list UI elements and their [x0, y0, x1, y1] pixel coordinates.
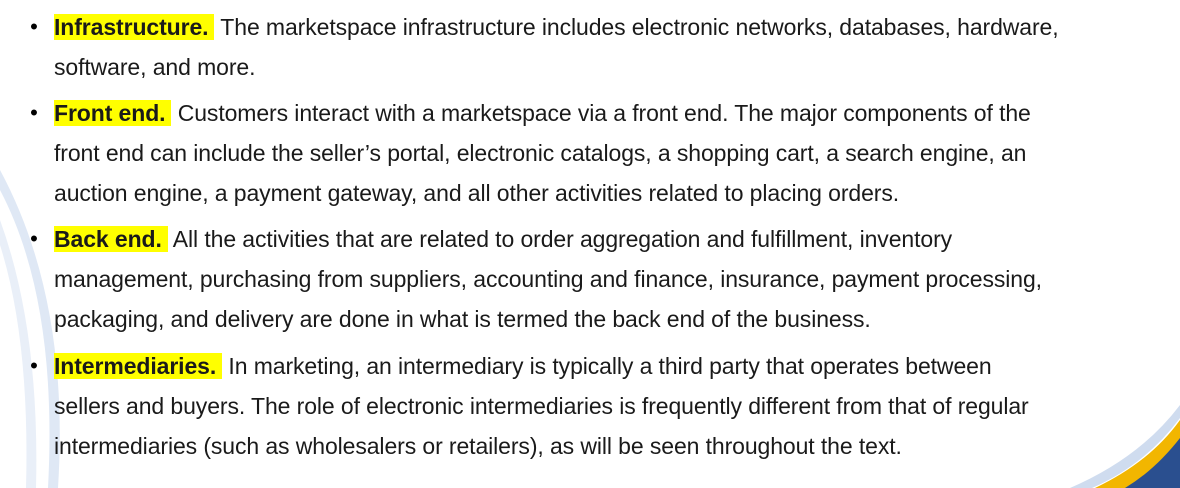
bullet-line: Back end. All the activities that are re…	[54, 219, 1176, 259]
bullet-line-text: All the activities that are related to o…	[167, 226, 953, 252]
bullet-term: Infrastructure.	[54, 14, 215, 40]
bullet-line: Front end. Customers interact with a mar…	[54, 93, 1176, 133]
bullet-line: packaging, and delivery are done in what…	[54, 306, 871, 332]
bullet-line: software, and more.	[54, 54, 256, 80]
bullet-line: intermediaries (such as wholesalers or r…	[54, 433, 902, 459]
bullet-line-text: The marketspace infrastructure includes …	[214, 14, 1059, 40]
bullet-line: management, purchasing from suppliers, a…	[54, 266, 1042, 292]
bullet-line: front end can include the seller’s porta…	[54, 140, 1027, 166]
bullet-line-text: Customers interact with a marketspace vi…	[171, 100, 1031, 126]
bullet-term: Intermediaries.	[54, 353, 223, 379]
bullet-text: Infrastructure. The marketspace infrastr…	[54, 7, 1176, 87]
bullet-icon: •	[30, 100, 38, 125]
bullet-term: Front end.	[54, 100, 172, 126]
bullet-text: Back end. All the activities that are re…	[54, 219, 1176, 339]
bullet-term: Back end.	[54, 226, 168, 252]
bullet-line: Intermediaries. In marketing, an interme…	[54, 346, 1176, 386]
bullet-icon: •	[30, 226, 38, 251]
bullet-line: Infrastructure. The marketspace infrastr…	[54, 7, 1176, 47]
bullet-icon: •	[30, 353, 38, 378]
bullet-line-text: In marketing, an intermediary is typical…	[222, 353, 992, 379]
bullet-line: auction engine, a payment gateway, and a…	[54, 180, 900, 206]
bullet-line: sellers and buyers. The role of electron…	[54, 393, 1029, 419]
bullet-text: Front end. Customers interact with a mar…	[54, 93, 1176, 213]
bullet-icon: •	[30, 14, 38, 39]
bullet-text: Intermediaries. In marketing, an interme…	[54, 346, 1176, 466]
